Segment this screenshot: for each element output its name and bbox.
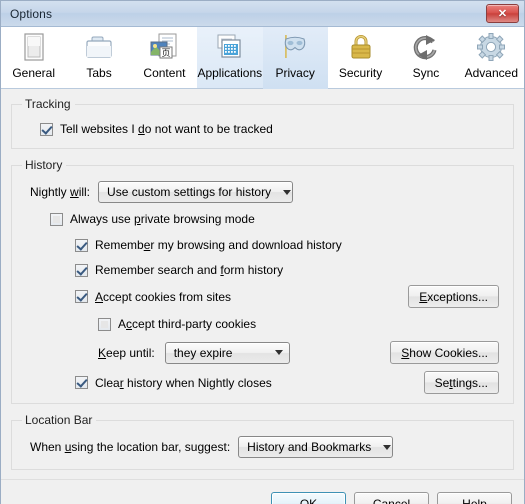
history-mode-dropdown[interactable]: Use custom settings for history xyxy=(98,181,294,203)
history-legend: History xyxy=(25,158,63,172)
private-browsing-checkbox[interactable] xyxy=(50,212,63,226)
applications-icon xyxy=(214,32,246,64)
padlock-icon xyxy=(345,32,377,64)
tab-general-label: General xyxy=(12,66,56,80)
chevron-down-icon xyxy=(274,350,283,355)
tab-applications[interactable]: Applications xyxy=(197,27,263,88)
remember-browsing-checkbox[interactable] xyxy=(75,238,88,252)
location-bar-group: Location Bar When using the location bar… xyxy=(11,413,514,470)
accept-cookies-row[interactable]: Accept cookies from sites Exceptions... xyxy=(75,285,505,308)
tracking-group: Tracking Tell websites I do not want to … xyxy=(11,97,514,149)
gear-icon xyxy=(475,32,507,64)
chevron-down-icon xyxy=(383,444,392,450)
tab-security[interactable]: Security xyxy=(327,27,394,88)
clear-on-close-label: Clear history when Nightly closes xyxy=(95,375,272,390)
dialog-footer: OK Cancel Help xyxy=(1,479,524,504)
suggest-row: When using the location bar, suggest: Hi… xyxy=(30,436,505,458)
svg-text:页: 页 xyxy=(162,48,171,59)
keep-until-label: Keep until: xyxy=(98,345,155,360)
tab-security-label: Security xyxy=(338,66,383,80)
accept-cookies-label: Accept cookies from sites xyxy=(95,289,232,304)
accept-cookies-checkbox[interactable] xyxy=(75,290,88,303)
tracking-legend: Tracking xyxy=(25,97,71,111)
folder-tabs-icon xyxy=(83,32,115,64)
clear-on-close-checkbox[interactable] xyxy=(75,376,88,389)
settings-button[interactable]: Se t tings... xyxy=(423,371,499,394)
sync-arrows-icon xyxy=(410,32,442,64)
do-not-track-label: Tell websites I do not want to be tracke… xyxy=(60,122,273,136)
suggest-label: When using the location bar, suggest: xyxy=(30,440,231,454)
history-group: History Nightly will: Use custom setting… xyxy=(11,158,514,404)
remember-forms-checkbox[interactable] xyxy=(75,263,88,277)
tab-sync[interactable]: Sync xyxy=(393,27,459,88)
suggest-value: History and Bookmarks xyxy=(247,440,372,454)
tab-tabs[interactable]: Tabs xyxy=(66,27,132,88)
tab-tabs-label: Tabs xyxy=(86,66,112,80)
accept-third-party-label: Accept third-party cookies xyxy=(118,317,257,331)
tab-privacy-label: Privacy xyxy=(275,66,315,80)
private-browsing-label: Always use private browsing mode xyxy=(70,212,255,226)
keep-until-row: Keep until: they expire Show Cookies... xyxy=(98,341,505,364)
tab-privacy[interactable]: Privacy xyxy=(262,27,329,89)
location-bar-legend: Location Bar xyxy=(25,413,93,427)
history-mode-value: Use custom settings for history xyxy=(107,185,272,199)
do-not-track-row[interactable]: Tell websites I do not want to be tracke… xyxy=(40,119,505,139)
options-dialog: Options ✕ General Tabs 页 Content Applica… xyxy=(0,0,525,504)
tab-advanced-label: Advanced xyxy=(464,66,518,80)
private-browsing-row[interactable]: Always use private browsing mode xyxy=(50,209,505,229)
help-button[interactable]: Help xyxy=(437,492,512,504)
history-mode-row: Nightly will: Use custom settings for hi… xyxy=(30,181,505,203)
tab-general[interactable]: General xyxy=(1,27,67,88)
close-icon[interactable]: ✕ xyxy=(486,4,519,23)
privacy-panel: Tracking Tell websites I do not want to … xyxy=(1,89,524,479)
suggest-dropdown[interactable]: History and Bookmarks xyxy=(238,436,394,458)
tab-content[interactable]: 页 Content xyxy=(131,27,198,88)
exceptions-button[interactable]: Exceptions... xyxy=(408,285,499,308)
content-page-icon: 页 xyxy=(148,32,180,64)
remember-browsing-label: Remember my browsing and download histor… xyxy=(95,238,342,252)
remember-forms-label: Remember search and form history xyxy=(95,263,284,277)
tab-advanced[interactable]: Advanced xyxy=(458,27,524,88)
tab-sync-label: Sync xyxy=(412,66,440,80)
title-bar: Options ✕ xyxy=(1,1,524,27)
remember-forms-row[interactable]: Remember search and form history xyxy=(75,260,505,280)
accept-third-party-row[interactable]: Accept third-party cookies xyxy=(98,314,505,334)
remember-browsing-row[interactable]: Remember my browsing and download histor… xyxy=(75,235,505,255)
chevron-down-icon xyxy=(283,189,292,195)
history-mode-label: Nightly will: xyxy=(30,185,91,199)
keep-until-dropdown[interactable]: they expire xyxy=(164,341,290,364)
tab-strip: General Tabs 页 Content Applications Priv… xyxy=(1,27,524,89)
tab-applications-label: Applications xyxy=(197,66,263,80)
ok-button[interactable]: OK xyxy=(271,492,346,504)
window-pane-icon xyxy=(18,32,50,64)
do-not-track-checkbox[interactable] xyxy=(40,122,53,136)
show-cookies-button[interactable]: Show Cookies... xyxy=(390,341,499,364)
window-title: Options xyxy=(10,6,53,21)
accept-third-party-checkbox[interactable] xyxy=(98,317,111,331)
cancel-button[interactable]: Cancel xyxy=(354,492,429,504)
keep-until-value: they expire xyxy=(173,345,233,360)
tab-content-label: Content xyxy=(143,66,186,80)
privacy-mask-icon xyxy=(279,32,311,64)
clear-on-close-row[interactable]: Clear history when Nightly closes Se t tin… xyxy=(75,371,505,394)
